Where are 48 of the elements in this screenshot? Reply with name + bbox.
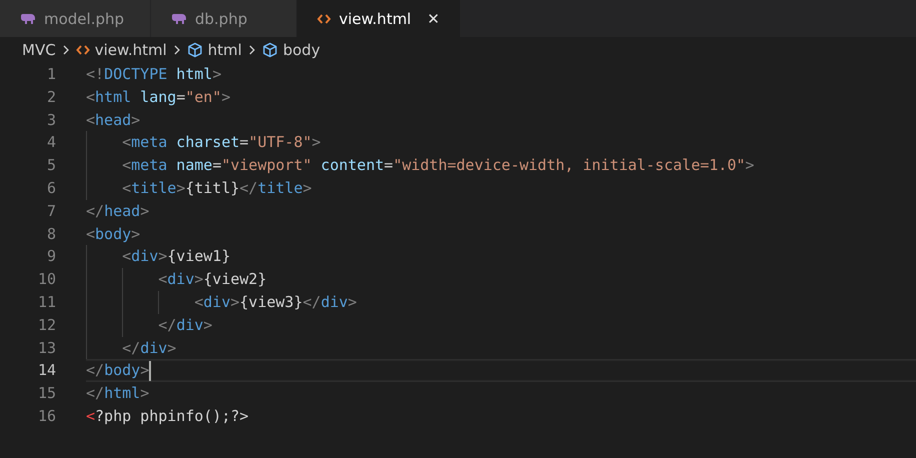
breadcrumb-item[interactable]: view.html (76, 41, 167, 59)
code-line: <div>{view1} (121, 246, 230, 268)
line-number: 7 (46, 200, 56, 222)
text-cursor (149, 360, 152, 381)
line-number: 12 (36, 314, 56, 336)
code-brackets-icon (76, 44, 90, 56)
chevron-icon (62, 44, 70, 56)
code-line: </body> (86, 360, 150, 382)
code-line: <?php phpinfo();?> (86, 406, 249, 427)
breadcrumb-item[interactable]: body (262, 41, 320, 59)
file-tab[interactable]: model.php (0, 0, 151, 37)
line-number: 11 (36, 292, 56, 313)
code-line: <meta name="viewport" content="width=device-width, initial-scale=1.0"> (121, 155, 754, 176)
file-tab[interactable]: view.html ✕ (297, 0, 461, 37)
code-line: <div>{view3}</div> (193, 292, 357, 313)
code-line: <html lang="en"> (86, 86, 230, 108)
code-brackets-icon (317, 12, 331, 24)
line-number: 16 (36, 406, 56, 427)
line-number: 15 (36, 383, 56, 404)
code-line: <head> (86, 110, 140, 131)
line-number: 5 (46, 155, 56, 176)
line-number: 4 (46, 132, 56, 154)
close-button[interactable]: ✕ (427, 10, 440, 28)
line-number: 8 (46, 224, 56, 245)
breadcrumb-item[interactable]: html (186, 41, 242, 59)
chevron-icon (172, 44, 181, 56)
code-line: </html> (86, 383, 150, 404)
cube-icon (186, 42, 203, 58)
line-number: 10 (36, 269, 56, 290)
code-line: <div>{view2} (157, 269, 267, 290)
line-number: 3 (46, 110, 56, 131)
chevron-icon (248, 44, 256, 56)
line-number: 9 (46, 246, 56, 268)
line-number: 13 (36, 338, 56, 359)
file-tab[interactable]: db.php (151, 0, 297, 37)
breadcrumb-item[interactable]: MVC (22, 41, 56, 59)
code-line: <!DOCTYPE html> (86, 64, 222, 85)
code-line: </head> (86, 200, 150, 222)
cube-icon (262, 42, 278, 58)
line-number: 2 (46, 86, 56, 108)
line-number: 6 (46, 178, 56, 199)
code-line: <meta charset="UTF-8"> (121, 132, 321, 154)
line-number: 1 (46, 64, 56, 85)
line-number: 14 (36, 360, 56, 382)
code-line: <body> (86, 224, 140, 245)
code-line: </div> (157, 314, 212, 336)
code-line: </div> (121, 338, 176, 359)
code-line: <title>{titl}</title> (121, 178, 312, 199)
